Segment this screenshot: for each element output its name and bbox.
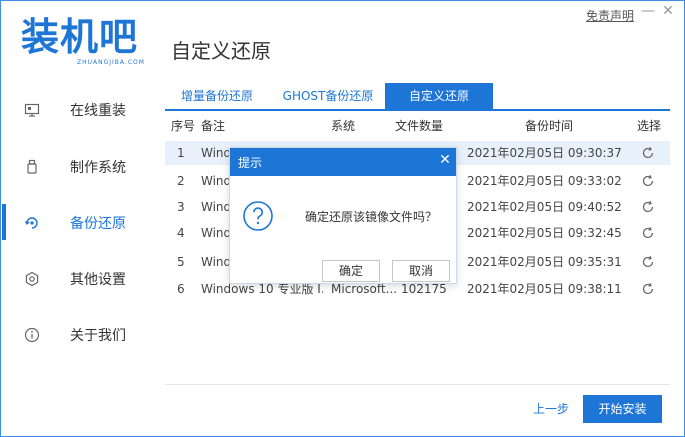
sidebar-item-online-reinstall[interactable]: 在线重装 xyxy=(2,89,162,129)
tab-ghost-restore[interactable]: GHOST备份还原 xyxy=(277,83,379,109)
tab-custom-restore[interactable]: 自定义还原 xyxy=(385,83,493,109)
logo: 装机吧 ZHUANGJIBA.COM xyxy=(21,15,151,67)
column-header-system: 系统 xyxy=(331,119,356,133)
close-button[interactable]: ✕ xyxy=(660,3,676,21)
question-icon xyxy=(243,201,273,231)
row-note: Wind xyxy=(201,200,232,214)
dialog-close-button[interactable]: ✕ xyxy=(437,152,453,170)
sidebar-item-backup-restore[interactable]: 备份还原 xyxy=(2,202,162,242)
dialog-message: 确定还原该镜像文件吗？ xyxy=(305,210,438,224)
page-title: 自定义还原 xyxy=(171,39,271,63)
refresh-icon[interactable] xyxy=(641,282,655,296)
minimize-button[interactable]: — xyxy=(640,3,656,21)
tab-incremental-restore[interactable]: 增量备份还原 xyxy=(173,83,261,109)
row-note: Wind xyxy=(201,255,232,269)
confirm-button[interactable]: 确定 xyxy=(322,260,380,282)
column-header-backup-time: 备份时间 xyxy=(525,119,574,133)
column-header-number: 序号 xyxy=(171,119,196,133)
row-backup-time: 2021年02月05日 09:30:37 xyxy=(467,146,622,160)
cancel-button[interactable]: 取消 xyxy=(392,260,450,282)
confirm-dialog: 提示 ✕ 确定还原该镜像文件吗？ 确定 取消 xyxy=(229,147,457,284)
monitor-icon xyxy=(24,103,40,117)
refresh-icon[interactable] xyxy=(641,255,655,269)
footer-divider xyxy=(165,384,670,385)
usb-icon xyxy=(27,159,37,174)
sidebar-item-about-us[interactable]: 关于我们 xyxy=(2,314,162,354)
sidebar-item-label: 备份还原 xyxy=(70,216,126,232)
row-number: 2 xyxy=(177,174,185,188)
sidebar-item-label: 在线重装 xyxy=(70,103,126,119)
logo-subtitle: ZHUANGJIBA.COM xyxy=(77,59,145,66)
sidebar-item-label: 其他设置 xyxy=(70,272,126,288)
restore-tabs: 增量备份还原 GHOST备份还原 自定义还原 xyxy=(165,83,670,111)
row-note: Wind xyxy=(201,174,232,188)
row-number: 1 xyxy=(177,146,185,160)
row-backup-time: 2021年02月05日 09:40:52 xyxy=(467,200,622,214)
refresh-icon[interactable] xyxy=(641,146,655,160)
refresh-icon[interactable] xyxy=(641,200,655,214)
row-backup-time: 2021年02月05日 09:32:45 xyxy=(467,226,622,240)
dialog-title: 提示 xyxy=(238,156,263,170)
column-header-note: 备注 xyxy=(201,119,226,133)
row-backup-time: 2021年02月05日 09:38:11 xyxy=(467,282,622,296)
sidebar-item-label: 制作系统 xyxy=(70,160,126,176)
disclaimer-link[interactable]: 免责声明 xyxy=(586,7,634,24)
column-header-select: 选择 xyxy=(637,119,662,133)
row-number: 4 xyxy=(177,226,185,240)
dialog-header: 提示 ✕ xyxy=(230,148,456,176)
logo-text: 装机吧 xyxy=(21,15,139,59)
row-number: 5 xyxy=(177,255,185,269)
previous-step-button[interactable]: 上一步 xyxy=(529,398,573,420)
start-install-button[interactable]: 开始安装 xyxy=(583,395,662,423)
refresh-icon[interactable] xyxy=(641,226,655,240)
sidebar-item-make-system[interactable]: 制作系统 xyxy=(2,146,162,186)
row-number: 6 xyxy=(177,282,185,296)
sidebar-item-other-settings[interactable]: 其他设置 xyxy=(2,258,162,298)
row-backup-time: 2021年02月05日 09:33:02 xyxy=(467,174,622,188)
row-note: Wind xyxy=(201,226,232,240)
row-backup-time: 2021年02月05日 09:35:31 xyxy=(467,255,622,269)
sidebar-item-label: 关于我们 xyxy=(70,328,126,344)
row-note: Wind xyxy=(201,146,232,160)
refresh-icon[interactable] xyxy=(641,174,655,188)
info-icon xyxy=(24,327,40,343)
row-number: 3 xyxy=(177,200,185,214)
app-window: 装机吧 ZHUANGJIBA.COM 自定义还原 免责声明 — ✕ 在线重装 制… xyxy=(0,0,685,437)
backup-icon xyxy=(24,217,38,229)
column-header-file-count: 文件数量 xyxy=(395,119,444,133)
gear-icon xyxy=(25,271,39,287)
